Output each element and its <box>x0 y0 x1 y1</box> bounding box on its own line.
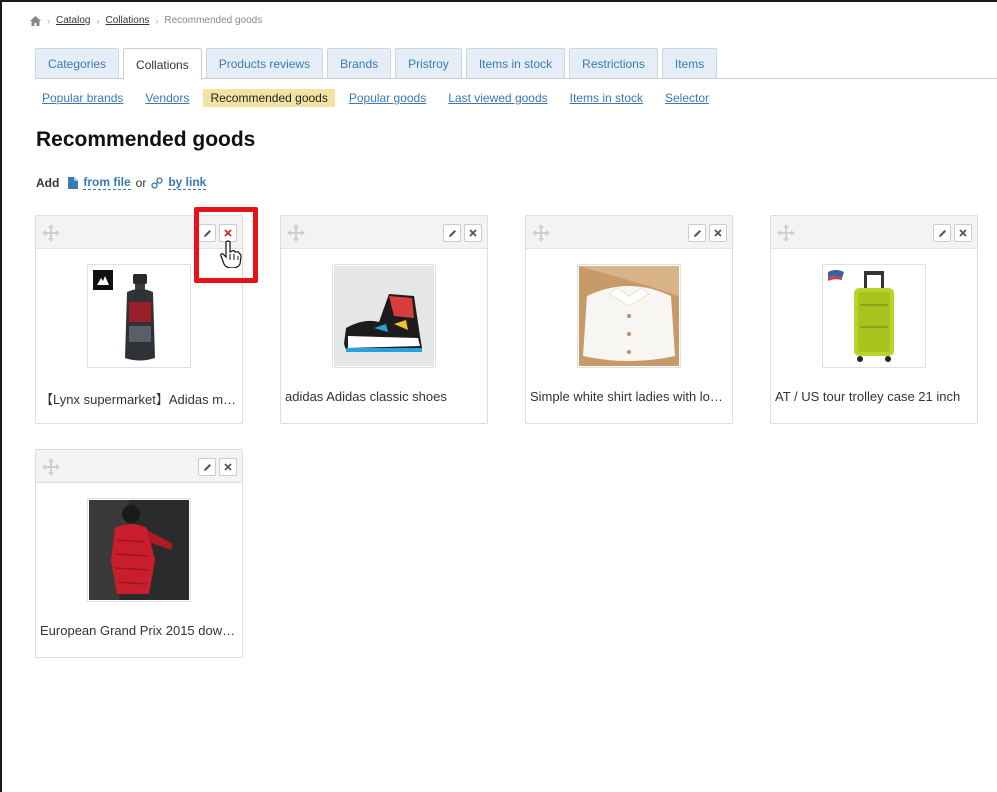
tab-items-in-stock[interactable]: Items in stock <box>465 48 566 78</box>
card-header <box>771 216 977 249</box>
breadcrumb-collations[interactable]: Collations <box>105 15 149 26</box>
product-card: AT / US tour trolley case 21 inch <box>770 215 978 424</box>
move-icon[interactable] <box>42 224 60 242</box>
add-label: Add <box>36 175 60 190</box>
pencil-icon <box>203 463 211 471</box>
close-icon <box>469 229 477 237</box>
pencil-icon <box>448 229 456 237</box>
edit-button[interactable] <box>688 224 706 242</box>
hand-cursor-icon <box>220 240 242 268</box>
subnav-selector[interactable]: Selector <box>665 91 709 105</box>
collations-subnav: Popular brands Vendors Recommended goods… <box>42 89 709 107</box>
edit-button[interactable] <box>933 224 951 242</box>
subnav-popular-brands[interactable]: Popular brands <box>42 91 123 105</box>
move-icon[interactable] <box>287 224 305 242</box>
breadcrumb-separator: › <box>47 15 50 26</box>
move-icon[interactable] <box>777 224 795 242</box>
trolley-case-image <box>828 270 894 362</box>
page-title: Recommended goods <box>36 128 256 151</box>
add-toolbar: Add from file or by link <box>36 175 207 190</box>
close-icon <box>224 463 232 471</box>
sneaker-image <box>334 266 434 366</box>
main-tabs: Categories Collations Products reviews B… <box>35 48 997 80</box>
subnav-recommended-goods[interactable]: Recommended goods <box>203 89 335 107</box>
close-icon <box>714 229 722 237</box>
tab-brands[interactable]: Brands <box>327 48 392 78</box>
product-name[interactable]: adidas Adidas classic shoes <box>285 389 483 404</box>
tab-collations[interactable]: Collations <box>123 48 202 80</box>
move-icon[interactable] <box>532 224 550 242</box>
move-icon[interactable] <box>42 458 60 476</box>
edit-button[interactable] <box>198 458 216 476</box>
subnav-vendors[interactable]: Vendors <box>145 91 189 105</box>
tab-products-reviews[interactable]: Products reviews <box>205 48 324 78</box>
breadcrumb-separator: › <box>96 15 100 26</box>
shower-gel-image <box>93 270 155 361</box>
subnav-popular-goods[interactable]: Popular goods <box>349 91 426 105</box>
product-image[interactable] <box>577 264 681 368</box>
product-image[interactable] <box>87 264 191 368</box>
link-icon <box>151 176 163 189</box>
white-shirt-image <box>579 266 679 366</box>
breadcrumb-catalog[interactable]: Catalog <box>56 15 90 26</box>
tab-restrictions[interactable]: Restrictions <box>569 48 658 78</box>
delete-button[interactable] <box>219 458 237 476</box>
red-jacket-image <box>89 500 189 600</box>
breadcrumb-current: Recommended goods <box>164 15 263 26</box>
close-icon <box>959 229 967 237</box>
pencil-icon <box>693 229 701 237</box>
file-icon <box>68 176 79 189</box>
product-name[interactable]: 【Lynx supermarket】Adidas men's shower ge… <box>40 389 238 408</box>
tab-categories[interactable]: Categories <box>35 48 120 78</box>
product-image[interactable] <box>822 264 926 368</box>
delete-button[interactable] <box>954 224 972 242</box>
pencil-icon <box>938 229 946 237</box>
product-card: adidas Adidas classic shoes <box>280 215 488 424</box>
subnav-items-in-stock[interactable]: Items in stock <box>570 91 643 105</box>
product-name[interactable]: European Grand Prix 2015 down jacket <box>40 623 238 638</box>
product-name[interactable]: AT / US tour trolley case 21 inch <box>775 389 973 404</box>
tab-pristroy[interactable]: Pristroy <box>395 48 462 78</box>
delete-button[interactable] <box>709 224 727 242</box>
add-or-text: or <box>135 175 147 190</box>
product-image[interactable] <box>332 264 436 368</box>
product-card: Simple white shirt ladies with long slee… <box>525 215 733 424</box>
card-header <box>36 450 242 483</box>
add-by-link-link[interactable]: by link <box>168 175 207 190</box>
delete-button[interactable] <box>464 224 482 242</box>
card-header <box>526 216 732 249</box>
breadcrumb-separator: › <box>155 15 159 26</box>
product-image[interactable] <box>87 498 191 602</box>
subnav-last-viewed-goods[interactable]: Last viewed goods <box>448 91 547 105</box>
breadcrumb: › Catalog › Collations › Recommended goo… <box>30 15 262 26</box>
card-header <box>281 216 487 249</box>
product-name[interactable]: Simple white shirt ladies with long slee… <box>530 389 728 404</box>
add-from-file-link[interactable]: from file <box>83 175 131 190</box>
home-icon[interactable] <box>30 15 41 26</box>
product-card: European Grand Prix 2015 down jacket <box>35 449 243 658</box>
tab-items[interactable]: Items <box>661 48 718 78</box>
edit-button[interactable] <box>443 224 461 242</box>
